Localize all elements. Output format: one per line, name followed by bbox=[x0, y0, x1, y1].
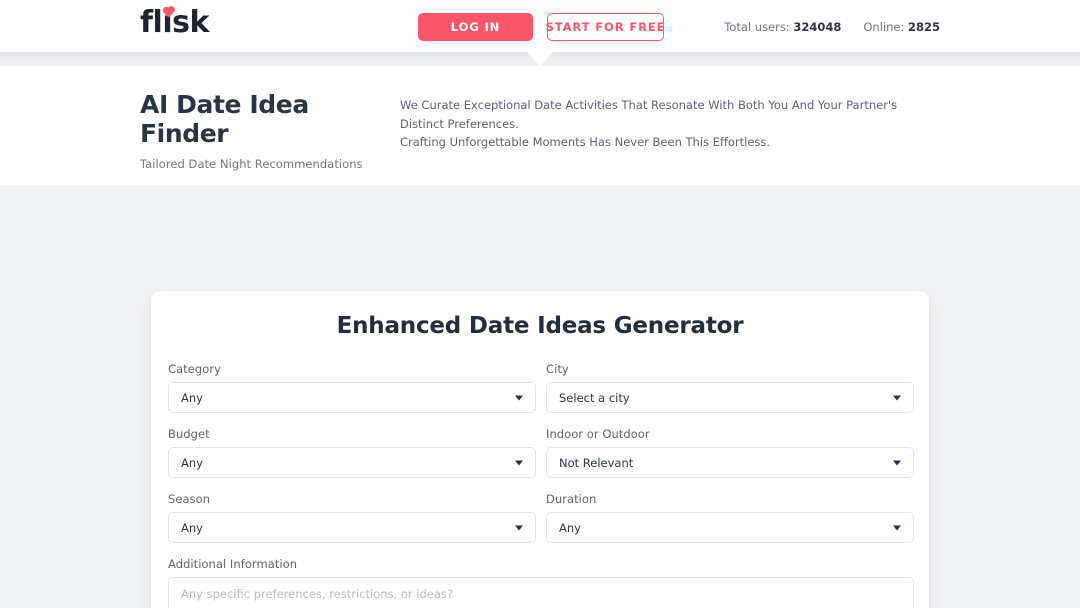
brand-logo-text: flisk bbox=[140, 5, 209, 40]
field-label-season: Season bbox=[168, 492, 211, 506]
chevron-down-icon bbox=[515, 525, 523, 530]
header-shadow-band bbox=[0, 52, 1080, 66]
hero-heading-group: AI Date Idea Finder Tailored Date Night … bbox=[140, 90, 400, 171]
header-notch-icon bbox=[527, 52, 553, 66]
chevron-down-icon bbox=[893, 525, 901, 530]
hero-description: We Curate Exceptional Date Activities Th… bbox=[400, 91, 930, 171]
hero-section: AI Date Idea Finder Tailored Date Night … bbox=[0, 66, 1080, 185]
budget-select[interactable]: Any bbox=[168, 447, 536, 478]
field-label-additional-information: Additional Information bbox=[168, 557, 298, 571]
field-city: City Select a city bbox=[546, 362, 914, 413]
category-select-value: Any bbox=[181, 390, 203, 405]
duration-select[interactable]: Any bbox=[546, 512, 914, 543]
chevron-down-icon bbox=[515, 460, 523, 465]
online-stat: Online: 2825 bbox=[863, 20, 940, 34]
total-users-value: 324048 bbox=[793, 20, 842, 34]
duration-select-value: Any bbox=[559, 520, 581, 535]
date-ideas-generator-card: Enhanced Date Ideas Generator Category A… bbox=[151, 291, 929, 608]
indoor-or-outdoor-select[interactable]: Not Relevant bbox=[546, 447, 914, 478]
city-select-value: Select a city bbox=[559, 390, 630, 405]
generator-title: Enhanced Date Ideas Generator bbox=[336, 313, 744, 339]
city-select[interactable]: Select a city bbox=[546, 382, 914, 413]
indoor-or-outdoor-select-value: Not Relevant bbox=[559, 455, 634, 470]
header-stats: Total users: 324048 Online: 2825 bbox=[724, 20, 940, 34]
site-header: flisk LOG IN START FOR FREE Total users:… bbox=[0, 0, 1080, 52]
header-actions: LOG IN START FOR FREE bbox=[418, 13, 665, 41]
chevron-down-icon bbox=[893, 460, 901, 465]
generator-form: Category Any City Select a city Budget A… bbox=[167, 362, 914, 608]
field-label-indoor-or-outdoor: Indoor or Outdoor bbox=[546, 427, 650, 441]
additional-information-input[interactable]: Any specific preferences, restrictions, … bbox=[168, 577, 914, 608]
chevron-down-icon bbox=[893, 395, 901, 400]
page-title: AI Date Idea Finder bbox=[140, 90, 309, 148]
total-users-stat: Total users: 324048 bbox=[724, 20, 841, 34]
online-label: Online: bbox=[863, 20, 905, 34]
hero-description-line-2: Crafting Unforgettable Moments Has Never… bbox=[400, 135, 771, 150]
field-budget: Budget Any bbox=[168, 427, 536, 478]
chevron-down-icon bbox=[515, 395, 523, 400]
start-for-free-button[interactable]: START FOR FREE bbox=[546, 13, 665, 41]
total-users-label: Total users: bbox=[724, 20, 790, 34]
category-select[interactable]: Any bbox=[168, 382, 536, 413]
log-in-button[interactable]: LOG IN bbox=[418, 13, 533, 41]
field-label-duration: Duration bbox=[546, 492, 597, 506]
online-value: 2825 bbox=[907, 20, 940, 34]
field-category: Category Any bbox=[168, 362, 536, 413]
field-label-city: City bbox=[546, 362, 569, 376]
field-season: Season Any bbox=[168, 492, 536, 543]
season-select[interactable]: Any bbox=[168, 512, 536, 543]
field-label-category: Category bbox=[168, 362, 221, 376]
field-additional-information: Additional Information Any specific pref… bbox=[168, 557, 914, 608]
field-label-budget: Budget bbox=[168, 427, 210, 441]
season-select-value: Any bbox=[181, 520, 203, 535]
brand-logo[interactable]: flisk bbox=[140, 8, 209, 38]
main-content: Enhanced Date Ideas Generator Category A… bbox=[0, 185, 1080, 608]
field-duration: Duration Any bbox=[546, 492, 914, 543]
hero-description-line-1: We Curate Exceptional Date Activities Th… bbox=[400, 98, 898, 131]
page-subtitle: Tailored Date Night Recommendations bbox=[140, 156, 363, 171]
budget-select-value: Any bbox=[181, 455, 203, 470]
field-indoor-or-outdoor: Indoor or Outdoor Not Relevant bbox=[546, 427, 914, 478]
